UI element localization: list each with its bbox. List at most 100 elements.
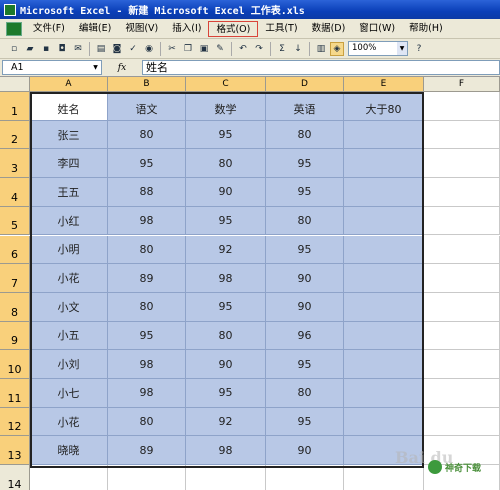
cell-a2[interactable]: 张三	[30, 120, 108, 150]
row-header-4[interactable]: 4	[0, 178, 30, 207]
cell-f2[interactable]	[424, 120, 500, 150]
cell-b5[interactable]: 98	[108, 206, 186, 236]
cell-d5[interactable]: 80	[266, 206, 344, 236]
cell-b12[interactable]: 80	[108, 407, 186, 437]
cell-c12[interactable]: 92	[186, 407, 266, 437]
cell-e11[interactable]	[344, 379, 424, 408]
cell-c7[interactable]: 98	[186, 264, 266, 293]
cell-c11[interactable]: 95	[186, 379, 266, 408]
column-header-b[interactable]: B	[108, 77, 186, 92]
cell-b6[interactable]: 80	[108, 235, 186, 265]
row-header-14[interactable]: 14	[0, 465, 30, 490]
cell-a10[interactable]: 小刘	[30, 350, 108, 379]
menu-view[interactable]: 视图(V)	[118, 21, 165, 37]
row-header-13[interactable]: 13	[0, 436, 30, 466]
menu-tools[interactable]: 工具(T)	[258, 21, 304, 37]
cell-e12[interactable]	[344, 407, 424, 437]
cell-a8[interactable]: 小文	[30, 292, 108, 322]
cell-e9[interactable]	[344, 321, 424, 351]
cell-a12[interactable]: 小花	[30, 407, 108, 437]
help-icon[interactable]: ?	[412, 42, 426, 56]
cell-e8[interactable]	[344, 292, 424, 322]
cell-d1[interactable]: 英语	[266, 92, 344, 121]
menu-file[interactable]: 文件(F)	[26, 21, 72, 37]
undo-icon[interactable]: ↶	[236, 42, 250, 56]
new-icon[interactable]: ▫	[7, 42, 21, 56]
column-header-c[interactable]: C	[186, 77, 266, 92]
research-icon[interactable]: ◉	[142, 42, 156, 56]
cell-d10[interactable]: 95	[266, 350, 344, 379]
cell-f3[interactable]	[424, 149, 500, 179]
cell-f12[interactable]	[424, 407, 500, 437]
cell-b9[interactable]: 95	[108, 321, 186, 351]
cell-c9[interactable]: 80	[186, 321, 266, 351]
row-header-3[interactable]: 3	[0, 149, 30, 179]
cell-c8[interactable]: 95	[186, 292, 266, 322]
cell-d14[interactable]	[266, 465, 344, 490]
cell-a4[interactable]: 王五	[30, 178, 108, 207]
cell-c10[interactable]: 90	[186, 350, 266, 379]
format-painter-icon[interactable]: ✎	[213, 42, 227, 56]
row-header-2[interactable]: 2	[0, 120, 30, 150]
cell-e1[interactable]: 大于80	[344, 92, 424, 121]
row-header-5[interactable]: 5	[0, 206, 30, 236]
cell-d13[interactable]: 90	[266, 436, 344, 466]
save-icon[interactable]: ▪	[39, 42, 53, 56]
cell-e6[interactable]	[344, 235, 424, 265]
copy-icon[interactable]: ❐	[181, 42, 195, 56]
cell-f11[interactable]	[424, 379, 500, 408]
drawing-icon[interactable]: ◈	[330, 41, 344, 56]
redo-icon[interactable]: ↷	[252, 42, 266, 56]
spelling-icon[interactable]: ✓	[126, 42, 140, 56]
cell-e14[interactable]	[344, 465, 424, 490]
cell-a11[interactable]: 小七	[30, 379, 108, 408]
cell-b10[interactable]: 98	[108, 350, 186, 379]
print-icon[interactable]: ▤	[94, 42, 108, 56]
cell-e10[interactable]	[344, 350, 424, 379]
row-header-8[interactable]: 8	[0, 292, 30, 322]
cell-b2[interactable]: 80	[108, 120, 186, 150]
cell-c13[interactable]: 98	[186, 436, 266, 466]
column-header-e[interactable]: E	[344, 77, 424, 92]
open-icon[interactable]: ▰	[23, 42, 37, 56]
cell-a6[interactable]: 小明	[30, 235, 108, 265]
cell-f5[interactable]	[424, 206, 500, 236]
permission-icon[interactable]: ◘	[55, 42, 69, 56]
select-all-corner[interactable]	[0, 77, 30, 92]
cell-e5[interactable]	[344, 206, 424, 236]
column-header-d[interactable]: D	[266, 77, 344, 92]
cell-c14[interactable]	[186, 465, 266, 490]
cell-e4[interactable]	[344, 178, 424, 207]
row-header-10[interactable]: 10	[0, 350, 30, 379]
cell-e7[interactable]	[344, 264, 424, 293]
cell-f7[interactable]	[424, 264, 500, 293]
cell-d9[interactable]: 96	[266, 321, 344, 351]
cell-f9[interactable]	[424, 321, 500, 351]
cut-icon[interactable]: ✂	[165, 42, 179, 56]
cell-b13[interactable]: 89	[108, 436, 186, 466]
row-header-9[interactable]: 9	[0, 321, 30, 351]
cell-a5[interactable]: 小红	[30, 206, 108, 236]
row-header-11[interactable]: 11	[0, 379, 30, 408]
cell-a3[interactable]: 李四	[30, 149, 108, 179]
cell-b8[interactable]: 80	[108, 292, 186, 322]
cell-b11[interactable]: 98	[108, 379, 186, 408]
cell-b4[interactable]: 88	[108, 178, 186, 207]
cell-a7[interactable]: 小花	[30, 264, 108, 293]
formula-input[interactable]: 姓名	[142, 60, 500, 75]
menu-help[interactable]: 帮助(H)	[402, 21, 450, 37]
email-icon[interactable]: ✉	[71, 42, 85, 56]
cell-e2[interactable]	[344, 120, 424, 150]
workbook-icon[interactable]	[6, 21, 22, 36]
cell-f1[interactable]	[424, 92, 500, 121]
cell-d11[interactable]: 80	[266, 379, 344, 408]
cell-b1[interactable]: 语文	[108, 92, 186, 121]
autosum-icon[interactable]: Σ	[275, 42, 289, 56]
zoom-select[interactable]: 100% ▼	[348, 41, 408, 56]
cell-a1[interactable]: 姓名	[30, 92, 108, 121]
cell-c4[interactable]: 90	[186, 178, 266, 207]
cell-f8[interactable]	[424, 292, 500, 322]
cell-c2[interactable]: 95	[186, 120, 266, 150]
cell-d12[interactable]: 95	[266, 407, 344, 437]
chart-wizard-icon[interactable]: ▥	[314, 42, 328, 56]
